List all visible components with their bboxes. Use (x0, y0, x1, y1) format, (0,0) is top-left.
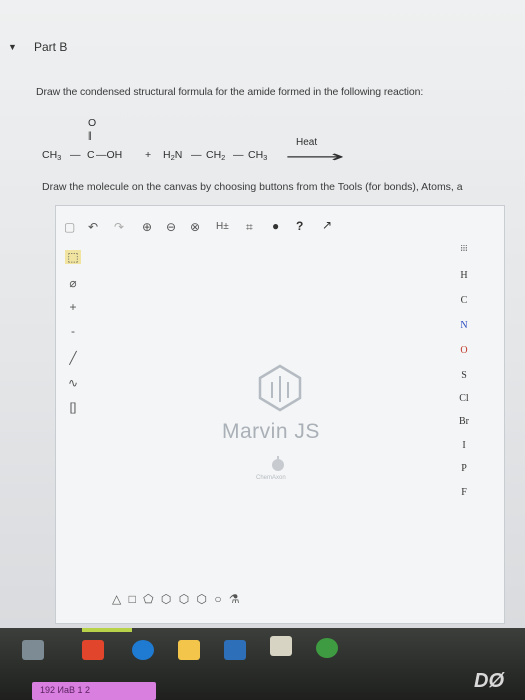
double-bond: || (88, 130, 92, 140)
atom-cl-button[interactable]: Cl (454, 393, 474, 404)
atom-f-button[interactable]: F (454, 487, 474, 498)
undo-icon[interactable]: ↶ (88, 220, 98, 234)
handwritten-sticky-label: 192 ИаВ 1 2 (32, 682, 156, 700)
canvas-instruction: Draw the molecule on the canvas by choos… (42, 181, 463, 193)
atom-h-button[interactable]: H (454, 270, 474, 281)
media-player-icon[interactable] (224, 640, 246, 660)
atom-p-button[interactable]: P (454, 463, 474, 474)
atom-c-button[interactable]: C (454, 295, 474, 306)
zoom-in-icon[interactable]: ⊕ (142, 220, 152, 234)
atom-i-button[interactable]: I (454, 440, 474, 451)
chrome-browser-icon[interactable] (316, 638, 338, 658)
marvin-editor[interactable]: ▢ ↶ ↷ ⊕ ⊖ ⊗ H± ⌗ ● ? ↗ ⬚ ⌀ + - ╱ ∿ [] ⁞⁞… (55, 205, 505, 624)
erase-tool-icon[interactable]: ⌀ (65, 276, 81, 290)
fullscreen-icon[interactable]: ↗ (322, 218, 332, 232)
question-instruction: Draw the condensed structural formula fo… (36, 86, 424, 98)
charge-plus-icon[interactable]: + (65, 300, 81, 314)
template-shapes-bar[interactable]: △ □ ⬠ ⬡ ⬡ ⬡ ○ ⚗ (112, 592, 242, 606)
part-title: Part B (34, 40, 68, 54)
chemaxon-logo-icon (272, 456, 284, 471)
single-bond: — (70, 149, 81, 161)
windows-start-icon[interactable] (22, 640, 44, 660)
hydrogen-toggle-icon[interactable]: H± (216, 220, 229, 234)
atom-br-button[interactable]: Br (454, 416, 474, 427)
carbonyl-oxygen: O (88, 117, 97, 129)
methyl-group: CH3 (42, 149, 62, 162)
atom-s-button[interactable]: S (454, 370, 474, 381)
new-document-icon[interactable]: ▢ (64, 220, 75, 234)
chemaxon-wordmark: ChemAxon (256, 475, 286, 481)
single-bond: — (191, 149, 202, 161)
marvin-js-wordmark: Marvin JS (222, 420, 320, 443)
single-bond-tool-icon[interactable]: ╱ (65, 351, 81, 365)
hydroxyl-group: —OH (96, 149, 123, 161)
zoom-out-icon[interactable]: ⊖ (166, 220, 176, 234)
carbonyl-carbon: C (87, 149, 95, 161)
plus-sign: + (145, 149, 152, 161)
notes-app-icon[interactable] (270, 636, 292, 656)
mcafee-icon[interactable] (82, 640, 104, 660)
help-icon[interactable]: ? (296, 219, 303, 233)
edge-browser-icon[interactable] (132, 640, 154, 660)
atom-n-button[interactable]: N (454, 320, 474, 331)
amine-group: H2N (163, 149, 183, 162)
reaction-arrow-icon: ⟶ (285, 149, 345, 166)
clean-icon[interactable]: ⊗ (190, 220, 200, 234)
bracket-tool-icon[interactable]: [] (65, 400, 81, 414)
file-explorer-icon[interactable] (178, 640, 200, 660)
chain-tool-icon[interactable]: ∿ (65, 376, 81, 390)
select-tool-icon[interactable]: ⬚ (65, 250, 81, 264)
dell-logo: DØ (474, 670, 504, 692)
periodic-table-icon[interactable]: ⁞⁞⁞ (454, 244, 474, 253)
methylene-group: CH2 (206, 149, 226, 162)
methyl-group: CH3 (248, 149, 268, 162)
collapse-arrow-icon[interactable]: ▼ (8, 42, 17, 52)
atom-o-button[interactable]: O (454, 345, 474, 356)
single-bond: — (233, 149, 244, 161)
redo-icon[interactable]: ↷ (114, 220, 124, 234)
2d-clean-icon[interactable]: ⌗ (246, 220, 253, 234)
charge-minus-icon[interactable]: - (65, 324, 81, 338)
active-window-indicator (82, 628, 132, 632)
info-icon[interactable]: ● (272, 219, 279, 233)
marvin-logo-icon (258, 364, 302, 412)
